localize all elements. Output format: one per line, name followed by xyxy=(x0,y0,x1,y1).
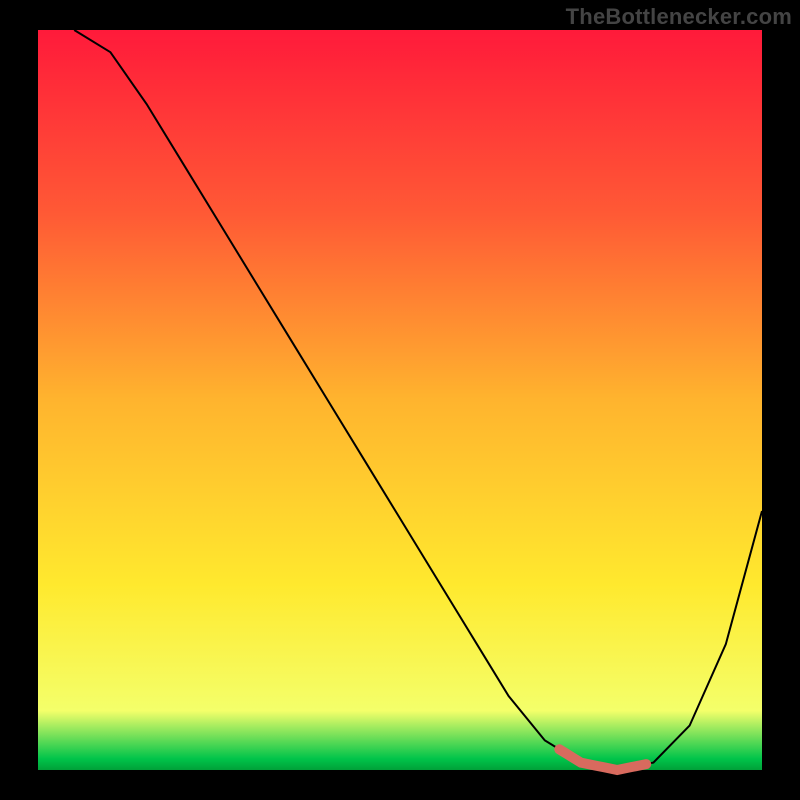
plot-background xyxy=(38,30,762,770)
chart-frame: TheBottlenecker.com xyxy=(0,0,800,800)
watermark-text: TheBottlenecker.com xyxy=(566,4,792,30)
bottleneck-chart xyxy=(0,0,800,800)
